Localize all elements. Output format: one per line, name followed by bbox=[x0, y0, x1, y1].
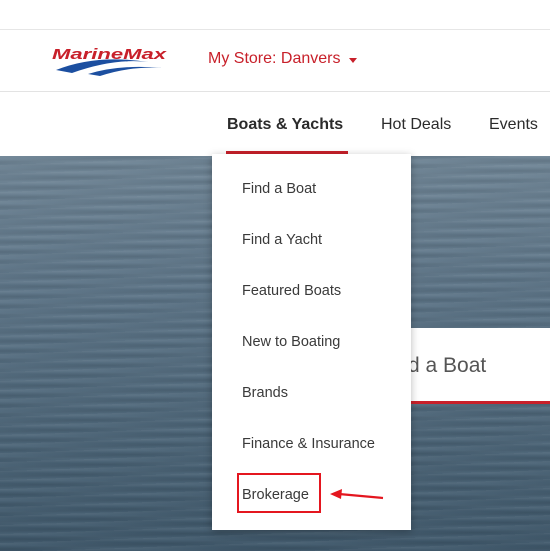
dropdown-item-brands[interactable]: Brands bbox=[242, 385, 288, 401]
site-header: MarineMax My Store: Danvers bbox=[0, 30, 550, 92]
store-selector[interactable]: My Store: Danvers bbox=[208, 50, 358, 68]
main-nav: Boats & Yachts Hot Deals Events bbox=[0, 92, 550, 156]
marinemax-logo[interactable]: MarineMax bbox=[50, 44, 168, 78]
brokerage-highlight-box bbox=[237, 473, 321, 513]
find-boat-text: d a Boat bbox=[408, 354, 487, 377]
store-label: My Store: Danvers bbox=[208, 50, 341, 67]
dropdown-item-find-a-yacht[interactable]: Find a Yacht bbox=[242, 232, 322, 248]
logo-text: MarineMax bbox=[52, 47, 167, 63]
nav-item-boats-yachts[interactable]: Boats & Yachts bbox=[227, 116, 343, 134]
dropdown-item-new-to-boating[interactable]: New to Boating bbox=[242, 334, 340, 350]
caret-down-icon bbox=[349, 57, 358, 63]
dropdown-item-featured-boats[interactable]: Featured Boats bbox=[242, 283, 341, 299]
annotation-arrow-icon bbox=[330, 489, 384, 500]
dropdown-item-find-a-boat[interactable]: Find a Boat bbox=[242, 181, 316, 197]
dropdown-item-finance-insurance[interactable]: Finance & Insurance bbox=[242, 436, 375, 452]
nav-item-events[interactable]: Events bbox=[489, 116, 538, 134]
top-strip bbox=[0, 0, 550, 30]
nav-item-hot-deals[interactable]: Hot Deals bbox=[381, 116, 451, 134]
find-boat-box[interactable]: d a Boat bbox=[408, 328, 550, 404]
